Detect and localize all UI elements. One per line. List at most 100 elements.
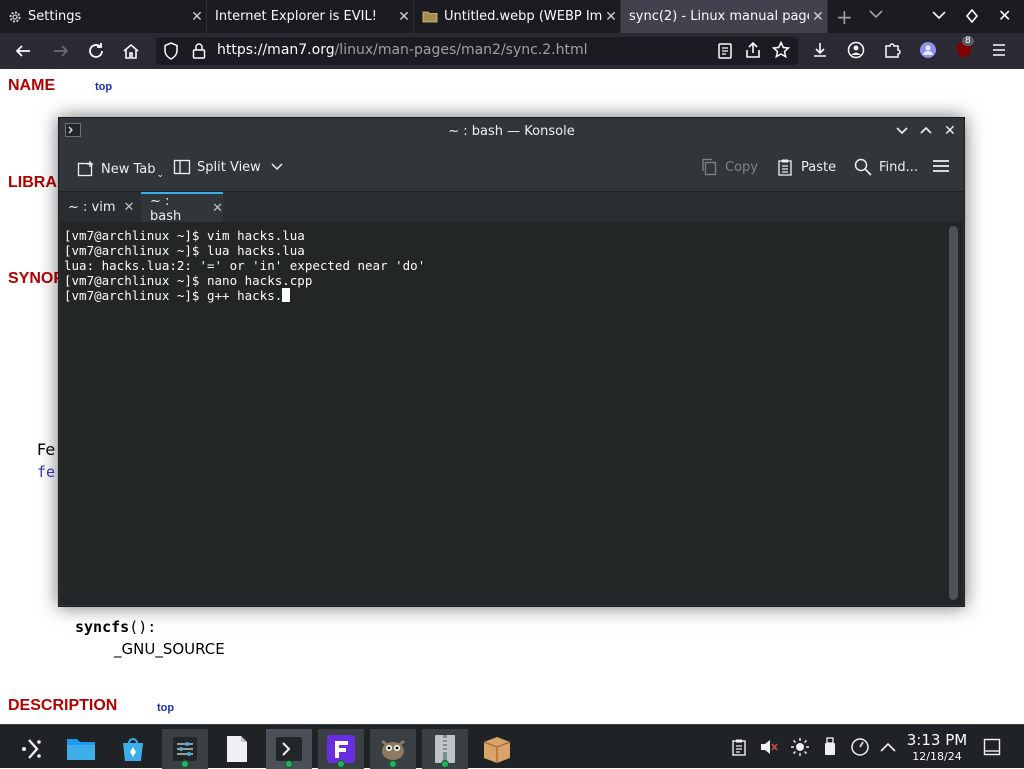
show-desktop-icon[interactable] bbox=[982, 737, 1002, 757]
tab-label: ~ : vim bbox=[68, 200, 116, 215]
copy-icon bbox=[701, 158, 717, 176]
tab-list-chevron-icon[interactable] bbox=[868, 8, 884, 20]
terminal-line: lua: hacks.lua:2: '=' or 'in' expected n… bbox=[64, 258, 426, 273]
profile-avatar-icon[interactable] bbox=[919, 41, 937, 59]
url-path: /linux/man-pages/man2/sync.2.html bbox=[334, 42, 588, 58]
close-icon[interactable]: ✕ bbox=[212, 201, 223, 216]
browser-tab-webp[interactable]: Untitled.webp (WEBP Im ✕ bbox=[414, 0, 621, 33]
archive-manager-icon[interactable] bbox=[422, 729, 468, 769]
browser-tab-title: Settings bbox=[28, 9, 82, 24]
new-tab-icon[interactable]: + bbox=[836, 5, 853, 29]
top-link[interactable]: top bbox=[95, 81, 112, 93]
split-view-icon bbox=[173, 158, 191, 176]
usb-drive-icon[interactable] bbox=[820, 737, 840, 757]
menu-hamburger-icon[interactable] bbox=[991, 42, 1007, 58]
extensions-puzzle-icon[interactable] bbox=[883, 41, 901, 59]
konsole-taskbar-icon[interactable] bbox=[266, 729, 312, 769]
top-link[interactable]: top bbox=[157, 702, 174, 714]
split-view-button[interactable]: Split View bbox=[173, 158, 283, 176]
app-launcher-icon[interactable] bbox=[10, 729, 56, 769]
clock-time[interactable]: 3:13 PM bbox=[902, 731, 972, 749]
fsearch-icon[interactable] bbox=[318, 729, 364, 769]
browser-tab-ie[interactable]: Internet Explorer is EVIL! ✕ bbox=[207, 0, 414, 33]
brightness-icon[interactable] bbox=[790, 737, 810, 757]
gear-icon bbox=[8, 10, 22, 24]
clipboard-icon[interactable] bbox=[729, 737, 749, 757]
copy-button[interactable]: Copy bbox=[701, 158, 758, 176]
close-icon[interactable]: ✕ bbox=[124, 200, 135, 215]
close-icon[interactable]: ✕ bbox=[809, 9, 827, 25]
konsole-tab-vim[interactable]: ~ : vim ✕ bbox=[59, 192, 141, 223]
paste-label: Paste bbox=[801, 159, 837, 175]
syncfs-function: syncfs bbox=[75, 618, 130, 636]
scrollbar-thumb[interactable] bbox=[949, 226, 958, 600]
paste-button[interactable]: Paste bbox=[777, 158, 836, 176]
package-box-icon[interactable] bbox=[474, 729, 520, 769]
lock-icon[interactable] bbox=[192, 42, 206, 60]
back-arrow-icon[interactable] bbox=[13, 41, 33, 61]
copy-label: Copy bbox=[725, 159, 758, 175]
shield-icon[interactable] bbox=[163, 42, 179, 60]
chevron-up-icon[interactable] bbox=[878, 737, 898, 757]
chevron-up-icon[interactable] bbox=[919, 124, 933, 136]
performance-gauge-icon[interactable] bbox=[850, 737, 870, 757]
chevron-down-icon bbox=[271, 162, 283, 172]
home-icon[interactable] bbox=[121, 41, 141, 61]
reader-mode-icon[interactable] bbox=[717, 42, 733, 60]
close-icon[interactable]: ✕ bbox=[602, 9, 620, 25]
syncfs-signature: syncfs(): bbox=[75, 618, 156, 636]
terminal-scrollbar[interactable] bbox=[943, 222, 963, 605]
clock-date[interactable]: 12/18/24 bbox=[902, 750, 972, 763]
konsole-titlebar[interactable]: ~ : bash — Konsole ✕ bbox=[59, 118, 964, 145]
konsole-window: ~ : bash — Konsole ✕ New Tab ⌄ Split Vie… bbox=[58, 117, 965, 607]
volume-muted-icon[interactable] bbox=[759, 737, 779, 757]
terminal-line: [vm7@archlinux ~]$ nano hacks.cpp bbox=[64, 273, 313, 288]
forward-arrow-icon[interactable] bbox=[51, 41, 71, 61]
bookmark-star-icon[interactable] bbox=[772, 41, 790, 59]
find-label: Find... bbox=[879, 159, 919, 175]
running-indicator bbox=[337, 760, 345, 768]
taskbar bbox=[0, 724, 1024, 769]
download-icon[interactable] bbox=[811, 41, 829, 59]
browser-tab-bar: Settings ✕ Internet Explorer is EVIL! ✕ … bbox=[0, 0, 1024, 33]
gimp-icon[interactable] bbox=[370, 729, 416, 769]
section-heading-name: NAME bbox=[8, 77, 56, 94]
konsole-title: ~ : bash — Konsole bbox=[448, 124, 575, 139]
new-tab-label: New Tab bbox=[101, 161, 156, 177]
close-icon[interactable]: ✕ bbox=[944, 123, 956, 139]
url-text: https://man7.org/linux/man-pages/man2/sy… bbox=[217, 42, 588, 58]
terminal-area[interactable]: [vm7@archlinux ~]$ vim hacks.lua [vm7@ar… bbox=[60, 222, 943, 605]
system-settings-icon[interactable] bbox=[162, 729, 208, 769]
browser-tab-title: Untitled.webp (WEBP Im bbox=[444, 9, 602, 24]
running-indicator bbox=[181, 760, 189, 768]
text-editor-icon[interactable] bbox=[214, 729, 260, 769]
file-manager-icon[interactable] bbox=[58, 729, 104, 769]
feature-test-link[interactable]: fe bbox=[37, 463, 55, 481]
maximize-diamond-icon[interactable] bbox=[965, 8, 979, 24]
browser-tab-sync[interactable]: sync(2) - Linux manual page ✕ bbox=[621, 0, 828, 33]
terminal-line: [vm7@archlinux ~]$ g++ hacks. bbox=[64, 288, 283, 303]
find-button[interactable]: Find... bbox=[854, 158, 918, 176]
feature-test-text: Fe bbox=[37, 440, 56, 459]
share-icon[interactable] bbox=[744, 41, 762, 59]
browser-tab-title: Internet Explorer is EVIL! bbox=[215, 9, 377, 24]
chevron-down-icon[interactable] bbox=[895, 125, 909, 137]
konsole-tab-bash[interactable]: ~ : bash ✕ bbox=[141, 192, 223, 224]
reload-icon[interactable] bbox=[86, 41, 106, 61]
minimize-chevron-icon[interactable] bbox=[931, 9, 947, 21]
hamburger-menu-icon[interactable] bbox=[932, 158, 950, 174]
browser-tab-settings[interactable]: Settings ✕ bbox=[0, 0, 207, 33]
gnu-source-macro: _GNU_SOURCE bbox=[114, 640, 225, 658]
browser-tab-title: sync(2) - Linux manual page bbox=[629, 9, 809, 24]
terminal-line: [vm7@archlinux ~]$ lua hacks.lua bbox=[64, 243, 305, 258]
new-tab-icon bbox=[77, 160, 95, 178]
tab-label: ~ : bash bbox=[150, 193, 182, 224]
close-icon[interactable]: ✕ bbox=[188, 9, 206, 25]
extension-badge: 8 bbox=[962, 36, 974, 46]
close-icon[interactable]: ✕ bbox=[395, 9, 413, 25]
paste-clipboard-icon bbox=[777, 158, 793, 176]
discover-store-icon[interactable] bbox=[110, 729, 156, 769]
new-tab-button[interactable]: New Tab ⌄ bbox=[77, 158, 164, 180]
account-icon[interactable] bbox=[847, 41, 865, 59]
close-window-icon[interactable]: ✕ bbox=[998, 6, 1011, 25]
